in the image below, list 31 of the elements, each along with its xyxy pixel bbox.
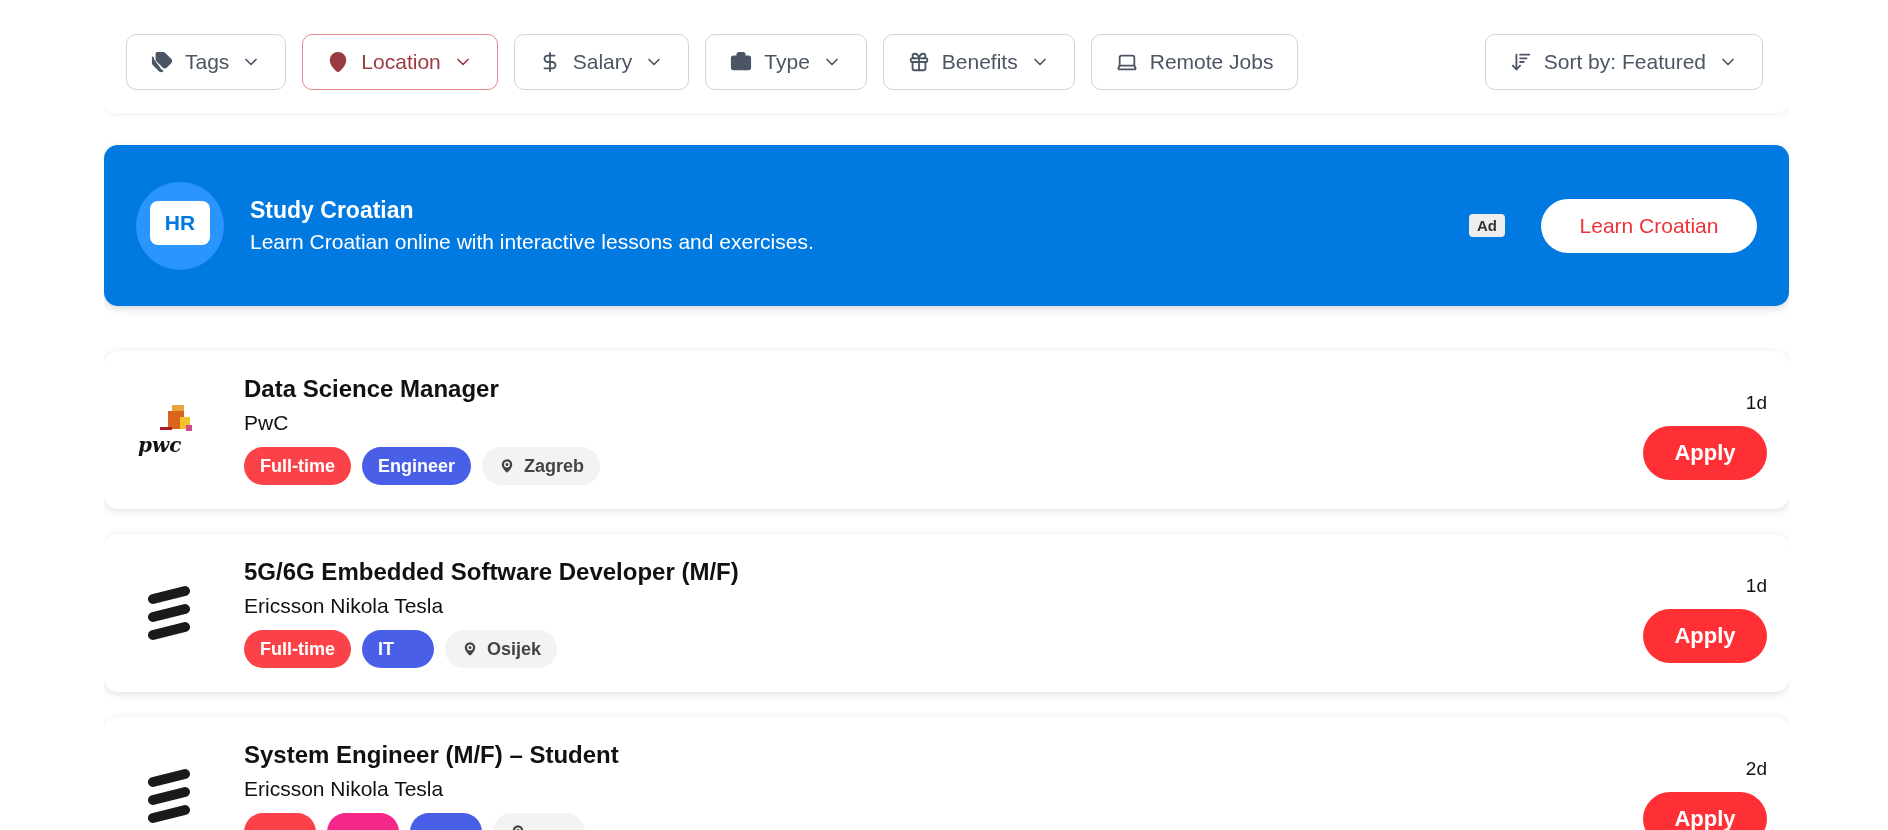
apply-button[interactable]: Apply — [1643, 426, 1767, 480]
company-name: PwC — [244, 411, 290, 435]
job-title: System Engineer (M/F) – Student — [244, 741, 620, 769]
posted-age: 1d — [1745, 392, 1767, 414]
apply-button[interactable]: Apply — [1643, 609, 1767, 663]
filter-button[interactable]: Remote Jobs — [1090, 34, 1299, 90]
company-name: Ericsson Nikola Tesla — [244, 594, 445, 618]
learn-button[interactable]: Learn Croatian — [1541, 198, 1757, 253]
location-tag: Zagreb — [482, 447, 601, 485]
speech-bubble-icon: HR — [136, 181, 224, 270]
ad-description: Learn Croatian online with interactive lessons and exercises. — [250, 230, 815, 254]
ad-label: Ad — [1469, 214, 1505, 237]
sort-button[interactable]: Sort by: Featured — [1484, 34, 1763, 90]
job-tag: Full-time — [244, 630, 351, 668]
filter-button[interactable]: Location — [302, 34, 498, 90]
filter-button[interactable]: Tags — [126, 34, 287, 90]
job-tag: Engineer — [362, 447, 472, 485]
ad-title: Study Croatian — [250, 197, 415, 224]
location-tag: Osijek — [445, 630, 558, 668]
posted-age: 1d — [1745, 575, 1767, 597]
logo-text: pwc — [138, 433, 182, 457]
job-title: Data Science Manager — [244, 375, 500, 403]
company-name: Ericsson Nikola Tesla — [244, 777, 445, 801]
job-title: 5G/6G Embedded Software Developer (M/F) — [244, 558, 740, 586]
filter-button[interactable]: Type — [705, 34, 867, 90]
job-tag: Full-time — [244, 447, 351, 485]
job-tag: IT — [362, 630, 434, 668]
apply-button[interactable]: Apply — [1643, 792, 1767, 830]
filter-button[interactable]: Benefits — [882, 34, 1075, 90]
posted-age: 2d — [1745, 758, 1767, 780]
filter-button[interactable]: Salary — [513, 34, 690, 90]
